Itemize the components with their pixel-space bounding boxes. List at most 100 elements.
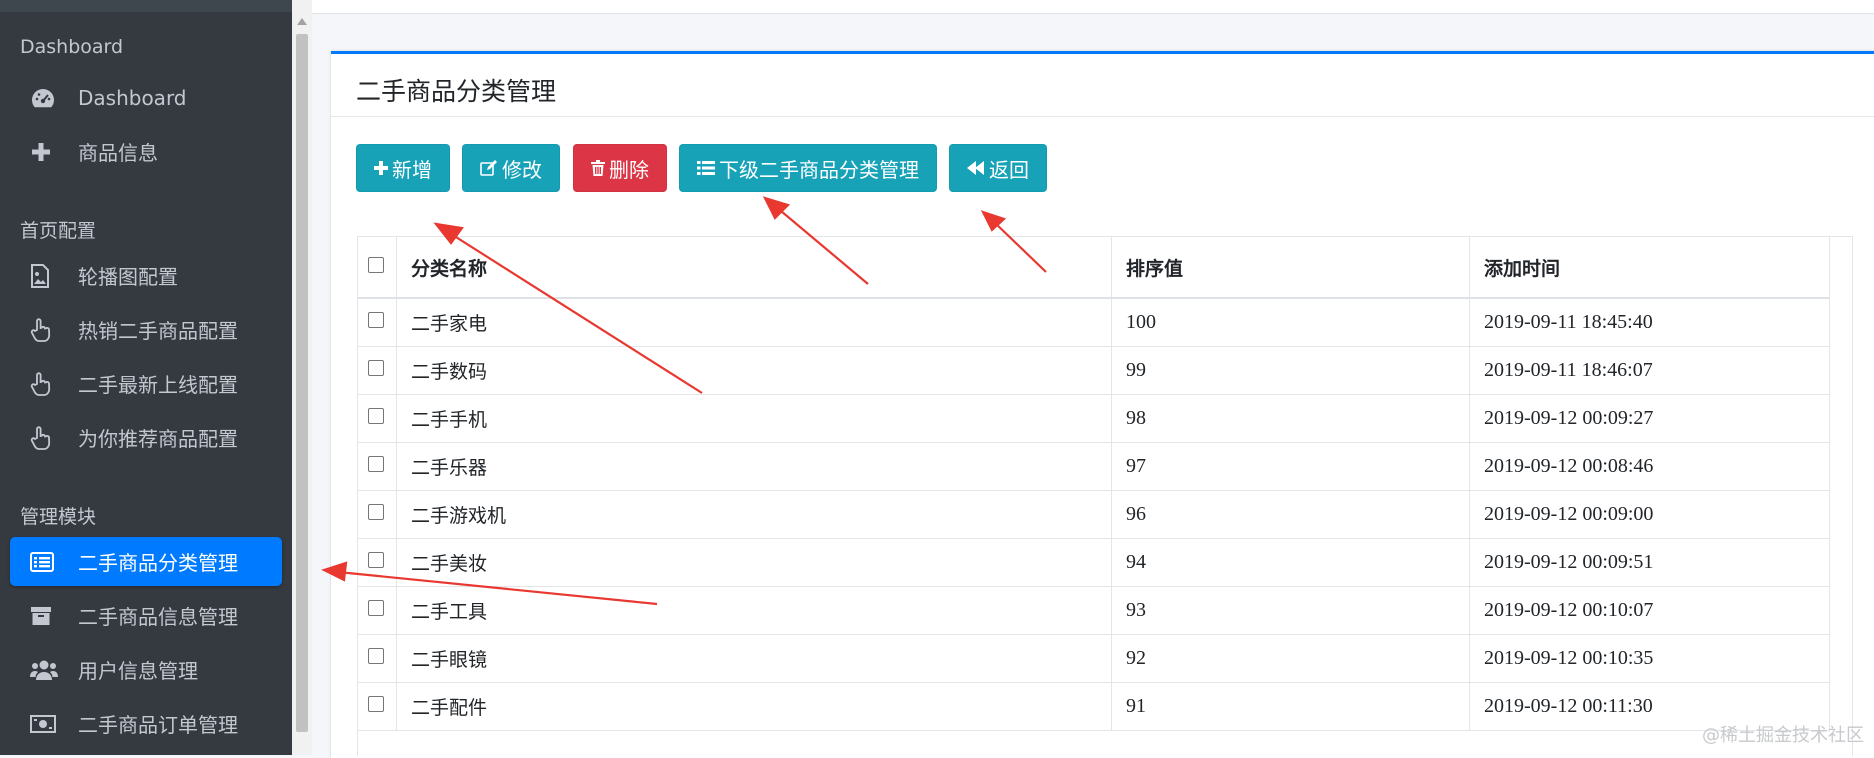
add-button-label: 新增 [392, 157, 432, 182]
category-rank: 92 [1111, 634, 1470, 683]
sub-category-button-label: 下级二手商品分类管理 [719, 157, 919, 182]
sidebar-section-management: 管理模块 [20, 506, 97, 528]
category-rank: 97 [1111, 442, 1470, 491]
category-name: 二手数码 [396, 346, 1112, 395]
category-name: 二手工具 [396, 586, 1112, 635]
image-file-icon [30, 263, 78, 288]
sidebar-item-user-management[interactable]: 用户信息管理 [10, 645, 282, 694]
sidebar-item-label: 用户信息管理 [78, 659, 198, 683]
sidebar-item-dashboard[interactable]: Dashboard [10, 73, 282, 122]
select-all-cell [358, 237, 397, 299]
row-checkbox[interactable] [368, 648, 384, 664]
row-checkbox-cell [358, 442, 397, 491]
sidebar-item-goods-management[interactable]: 二手商品信息管理 [10, 591, 282, 640]
add-button[interactable]: 新增 [356, 144, 450, 192]
column-header-name[interactable]: 分类名称 [396, 237, 1112, 299]
row-checkbox[interactable] [368, 600, 384, 616]
table-row[interactable]: 二手美妆 94 2019-09-12 00:09:51 [358, 538, 1830, 587]
hand-pointer-icon [30, 317, 78, 342]
category-time: 2019-09-12 00:10:07 [1469, 586, 1830, 635]
table-row[interactable]: 二手游戏机 96 2019-09-12 00:09:00 [358, 490, 1830, 539]
sidebar-item-label: 轮播图配置 [78, 265, 178, 289]
sidebar: Dashboard Dashboard 商品信息 首页配置 轮播图配置 热销二手… [0, 0, 292, 755]
table-row[interactable]: 二手手机 98 2019-09-12 00:09:27 [358, 394, 1830, 443]
sub-category-button[interactable]: 下级二手商品分类管理 [679, 144, 937, 192]
sidebar-item-label: Dashboard [78, 85, 187, 110]
row-checkbox[interactable] [368, 696, 384, 712]
table-row[interactable]: 二手家电 100 2019-09-11 18:45:40 [358, 298, 1830, 347]
category-rank: 100 [1111, 298, 1470, 347]
row-checkbox-cell [358, 346, 397, 395]
list-alt-icon [30, 551, 78, 572]
dashboard-icon [30, 87, 78, 109]
category-time: 2019-09-12 00:10:35 [1469, 634, 1830, 683]
sidebar-item-label: 二手商品信息管理 [78, 605, 238, 629]
edit-button[interactable]: 修改 [462, 144, 560, 192]
plus-icon [374, 161, 388, 175]
archive-icon [30, 605, 78, 627]
category-name: 二手乐器 [396, 442, 1112, 491]
category-grid: 分类名称 排序值 添加时间 二手家电 100 2019-09-11 18:45:… [357, 236, 1853, 756]
sidebar-top-strip [0, 0, 292, 12]
category-time: 2019-09-12 00:09:27 [1469, 394, 1830, 443]
category-rank: 96 [1111, 490, 1470, 539]
column-header-time[interactable]: 添加时间 [1469, 237, 1830, 299]
sidebar-section-dashboard: Dashboard [20, 36, 124, 58]
category-time: 2019-09-12 00:09:00 [1469, 490, 1830, 539]
row-checkbox[interactable] [368, 360, 384, 376]
sidebar-item-order-management[interactable]: 二手商品订单管理 [10, 699, 282, 748]
table-row[interactable]: 二手眼镜 92 2019-09-12 00:10:35 [358, 634, 1830, 683]
sidebar-item-label: 商品信息 [78, 141, 158, 165]
category-table: 分类名称 排序值 添加时间 二手家电 100 2019-09-11 18:45:… [358, 237, 1830, 731]
row-checkbox[interactable] [368, 456, 384, 472]
list-icon [697, 161, 715, 175]
category-time: 2019-09-11 18:45:40 [1469, 298, 1830, 347]
table-row[interactable]: 二手配件 91 2019-09-12 00:11:30 [358, 682, 1830, 731]
delete-button-label: 删除 [609, 157, 649, 182]
category-name: 二手游戏机 [396, 490, 1112, 539]
sidebar-item-label: 为你推荐商品配置 [78, 427, 238, 451]
row-checkbox[interactable] [368, 504, 384, 520]
row-checkbox-cell [358, 298, 397, 347]
page-title: 二手商品分类管理 [356, 77, 557, 106]
delete-button[interactable]: 删除 [573, 144, 667, 192]
sidebar-item-recommend-config[interactable]: 为你推荐商品配置 [10, 413, 282, 462]
row-checkbox[interactable] [368, 552, 384, 568]
sidebar-item-hot-config[interactable]: 热销二手商品配置 [10, 305, 282, 354]
row-checkbox[interactable] [368, 312, 384, 328]
money-icon [30, 714, 78, 733]
category-rank: 91 [1111, 682, 1470, 731]
plus-icon [30, 141, 78, 163]
category-name: 二手手机 [396, 394, 1112, 443]
category-rank: 98 [1111, 394, 1470, 443]
sidebar-item-label: 热销二手商品配置 [78, 319, 238, 343]
top-navbar [312, 0, 1874, 14]
table-row[interactable]: 二手乐器 97 2019-09-12 00:08:46 [358, 442, 1830, 491]
edit-icon [480, 160, 498, 176]
row-checkbox-cell [358, 538, 397, 587]
watermark: @稀土掘金技术社区 [1702, 725, 1864, 746]
sidebar-item-label: 二手最新上线配置 [78, 373, 238, 397]
users-icon [30, 659, 78, 681]
category-name: 二手家电 [396, 298, 1112, 347]
card-header-divider [331, 116, 1874, 117]
scroll-up-arrow-icon[interactable] [297, 18, 307, 25]
category-name: 二手美妆 [396, 538, 1112, 587]
sidebar-item-new-config[interactable]: 二手最新上线配置 [10, 359, 282, 408]
sidebar-item-product-info[interactable]: 商品信息 [10, 127, 282, 176]
sidebar-item-label: 二手商品订单管理 [78, 713, 238, 737]
row-checkbox[interactable] [368, 408, 384, 424]
sidebar-scrollbar-thumb[interactable] [296, 34, 308, 732]
back-button[interactable]: 返回 [949, 144, 1047, 192]
sidebar-item-category-management[interactable]: 二手商品分类管理 [10, 537, 282, 586]
column-header-rank[interactable]: 排序值 [1111, 237, 1470, 299]
select-all-checkbox[interactable] [368, 257, 384, 273]
sidebar-item-carousel-config[interactable]: 轮播图配置 [10, 251, 282, 300]
table-row[interactable]: 二手工具 93 2019-09-12 00:10:07 [358, 586, 1830, 635]
edit-button-label: 修改 [502, 157, 542, 182]
category-time: 2019-09-12 00:09:51 [1469, 538, 1830, 587]
category-rank: 99 [1111, 346, 1470, 395]
back-button-label: 返回 [989, 157, 1029, 182]
table-row[interactable]: 二手数码 99 2019-09-11 18:46:07 [358, 346, 1830, 395]
hand-pointer-icon [30, 371, 78, 396]
